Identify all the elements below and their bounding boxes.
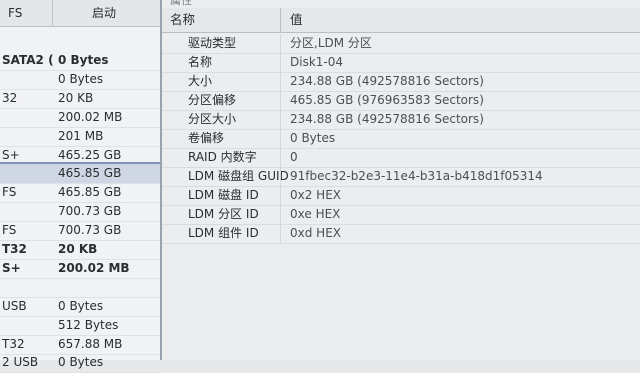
property-row[interactable]: 驱动类型 分区,LDM 分区: [162, 34, 640, 54]
property-row[interactable]: 分区偏移 465.85 GB (976963583 Sectors): [162, 91, 640, 111]
property-name: 驱动类型: [188, 36, 237, 50]
property-name: LDM 分区 ID: [188, 207, 259, 221]
fs-cell: FS: [2, 223, 17, 238]
fs-cell: USB: [2, 298, 27, 313]
disk-list-row[interactable]: SATA2 (... 0 Bytes: [0, 51, 160, 71]
size-cell: 200.02 MB: [58, 109, 123, 124]
disk-list-row[interactable]: 0 Bytes: [0, 70, 160, 90]
disk-list-row[interactable]: FS 700.73 GB: [0, 221, 160, 242]
property-row[interactable]: LDM 磁盘组 GUID 91fbec32-b2e3-11e4-b31a-b418…: [162, 167, 640, 187]
property-name: 卷偏移: [188, 131, 225, 145]
property-value: 0: [290, 150, 298, 164]
column-divider[interactable]: [280, 8, 281, 32]
property-name: LDM 组件 ID: [188, 226, 259, 240]
property-value: 分区,LDM 分区: [290, 36, 372, 50]
disk-list-row[interactable]: [0, 278, 160, 298]
cell-divider: [280, 186, 281, 205]
property-row[interactable]: 卷偏移 0 Bytes: [162, 129, 640, 149]
size-cell: 512 Bytes: [58, 317, 119, 332]
size-cell: 0 Bytes: [58, 71, 104, 86]
disk-list-row[interactable]: USB 0 Bytes: [0, 297, 160, 317]
property-name: RAID 内数字: [188, 150, 257, 164]
size-cell: 0 Bytes: [58, 355, 104, 370]
property-value: 91fbec32-b2e3-11e4-b31a-b418d1f05314: [290, 169, 543, 183]
property-value: 0xe HEX: [290, 207, 341, 221]
property-value: 0xd HEX: [290, 226, 341, 240]
disk-list-row[interactable]: 200.02 MB: [0, 108, 160, 128]
name-column-header[interactable]: 名称: [170, 8, 195, 32]
fs-cell: S+: [2, 260, 21, 275]
property-row[interactable]: LDM 磁盘 ID 0x2 HEX: [162, 186, 640, 206]
property-value: 0x2 HEX: [290, 188, 342, 202]
size-cell: 465.85 GB: [58, 166, 122, 181]
size-cell: 200.02 MB: [58, 260, 130, 275]
disk-list-row[interactable]: T32 20 KB: [0, 240, 160, 260]
cell-divider: [280, 34, 281, 53]
disk-list-row[interactable]: 2 USB 0 Bytes: [0, 353, 160, 373]
properties-panel: 属性 名称 值 驱动类型 分区,LDM 分区 名称 Disk1-04 大小 234.88 …: [162, 0, 640, 360]
disk-list-row[interactable]: FS 465.85 GB: [0, 183, 160, 204]
disk-list-header: FS 启动: [0, 0, 160, 27]
disk-tree-panel: FS 启动 SATA2 (... 0 Bytes 0 Bytes 32 20 KB 200…: [0, 0, 162, 373]
cell-divider: [280, 224, 281, 243]
cell-divider: [280, 167, 281, 186]
value-column-header[interactable]: 值: [290, 8, 303, 32]
cell-divider: [280, 91, 281, 110]
cell-divider: [280, 148, 281, 167]
cell-divider: [280, 53, 281, 72]
cell-divider: [280, 110, 281, 129]
size-cell: 201 MB: [58, 128, 104, 143]
cell-divider: [280, 205, 281, 224]
property-name: LDM 磁盘 ID: [188, 188, 259, 202]
disk-list-row[interactable]: T32 657.88 MB: [0, 335, 160, 355]
fs-cell: FS: [2, 185, 17, 200]
fs-cell: T32: [2, 242, 27, 256]
property-row[interactable]: 名称 Disk1-04: [162, 53, 640, 73]
column-divider[interactable]: [52, 0, 53, 26]
property-name: 名称: [188, 55, 213, 69]
property-value: 234.88 GB (492578816 Sectors): [290, 74, 484, 88]
fs-cell: T32: [2, 336, 25, 351]
boot-column-header[interactable]: 启动: [92, 0, 116, 26]
disk-list-row[interactable]: 201 MB: [0, 127, 160, 147]
property-value: 0 Bytes: [290, 131, 336, 145]
property-name: 分区大小: [188, 112, 237, 126]
cell-divider: [280, 129, 281, 148]
disk-list-row[interactable]: 465.85 GB: [0, 164, 160, 185]
size-cell: 0 Bytes: [58, 298, 104, 313]
property-row[interactable]: LDM 组件 ID 0xd HEX: [162, 224, 640, 244]
fs-cell: 2 USB: [2, 355, 39, 370]
size-cell: 20 KB: [58, 90, 94, 105]
size-cell: 700.73 GB: [58, 223, 122, 238]
property-name: 大小: [188, 74, 213, 88]
property-name: 分区偏移: [188, 93, 237, 107]
property-row[interactable]: 分区大小 234.88 GB (492578816 Sectors): [162, 110, 640, 130]
size-cell: 0 Bytes: [58, 53, 109, 67]
property-value: 465.85 GB (976963583 Sectors): [290, 93, 484, 107]
property-name: LDM 磁盘组 GUID: [188, 169, 289, 183]
property-value: 234.88 GB (492578816 Sectors): [290, 112, 484, 126]
size-cell: 657.88 MB: [58, 336, 123, 351]
size-cell: 465.85 GB: [58, 185, 122, 200]
disk-list-row[interactable]: 512 Bytes: [0, 316, 160, 336]
fs-cell: 32: [2, 90, 18, 105]
properties-title: 属性: [170, 0, 192, 7]
property-row[interactable]: RAID 内数字 0: [162, 148, 640, 168]
cell-divider: [280, 72, 281, 91]
property-row[interactable]: LDM 分区 ID 0xe HEX: [162, 205, 640, 225]
size-cell: 20 KB: [58, 242, 98, 256]
disk-list-row[interactable]: 700.73 GB: [0, 202, 160, 223]
properties-header: 名称 值: [162, 8, 640, 33]
fs-column-header[interactable]: FS: [8, 0, 22, 26]
property-value: Disk1-04: [290, 55, 344, 69]
fs-cell: SATA2 (...: [2, 53, 54, 67]
disk-list-row[interactable]: S+ 200.02 MB: [0, 259, 160, 279]
disk-list-row[interactable]: 32 20 KB: [0, 89, 160, 109]
property-row[interactable]: 大小 234.88 GB (492578816 Sectors): [162, 72, 640, 92]
size-cell: 700.73 GB: [58, 204, 122, 219]
